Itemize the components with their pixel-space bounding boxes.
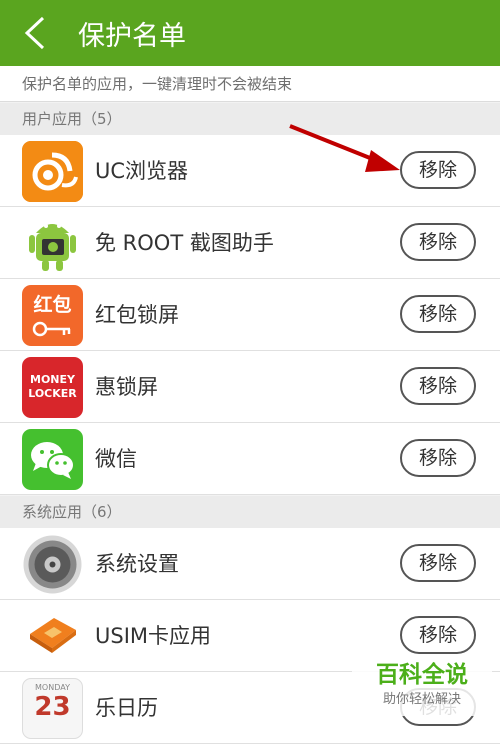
list-item: 免 ROOT 截图助手 移除 [0,207,500,279]
money-locker-icon: MONEY LOCKER [22,357,83,418]
remove-button[interactable]: 移除 [400,223,476,261]
list-item: 系统设置 移除 [0,528,500,600]
settings-gear-icon [22,534,83,595]
page-title: 保护名单 [78,20,186,52]
remove-button[interactable]: 移除 [400,367,476,405]
app-header: 保护名单 [0,0,500,66]
list-item: 红包 红包锁屏 移除 [0,279,500,351]
app-name: 红包锁屏 [95,303,179,327]
red-arrow-icon [289,124,400,172]
icon-text: MONEY LOCKER [28,373,77,400]
list-item: 微信 移除 [0,423,500,495]
calendar-weekday: MONDAY [35,683,70,692]
watermark-title: 百科全说 [376,662,468,688]
calendar-day: 23 [34,692,71,722]
back-button[interactable] [0,0,70,66]
uc-browser-icon [22,141,83,202]
icon-text: 红包 [33,294,72,316]
remove-button[interactable]: 移除 [400,439,476,477]
app-name: 系统设置 [95,552,179,576]
list-item: MONEY LOCKER 惠锁屏 移除 [0,351,500,423]
remove-button[interactable]: 移除 [400,544,476,582]
watermark: 百科全说 助你轻松解决 [352,660,492,716]
sim-card-icon [22,606,83,667]
android-screenshot-icon [22,213,83,274]
watermark-subtitle: 助你轻松解决 [382,692,461,707]
remove-button[interactable]: 移除 [400,151,476,189]
app-name: 微信 [95,447,137,471]
hongbao-lock-icon: 红包 [22,285,83,346]
chevron-left-icon [24,16,45,50]
app-name: UC浏览器 [95,159,189,183]
page-description: 保护名单的应用，一键清理时不会被结束 [0,66,500,102]
app-name: USIM卡应用 [95,624,212,648]
remove-button[interactable]: 移除 [400,295,476,333]
remove-button[interactable]: 移除 [400,616,476,654]
list-item: UC浏览器 移除 [0,135,500,207]
app-name: 惠锁屏 [95,375,158,399]
app-name: 免 ROOT 截图助手 [95,231,274,255]
app-name: 乐日历 [95,696,158,720]
section-header-system-apps: 系统应用（6） [0,496,500,528]
wechat-icon [22,429,83,490]
calendar-icon: MONDAY 23 [22,678,83,739]
section-header-user-apps: 用户应用（5） [0,103,500,135]
